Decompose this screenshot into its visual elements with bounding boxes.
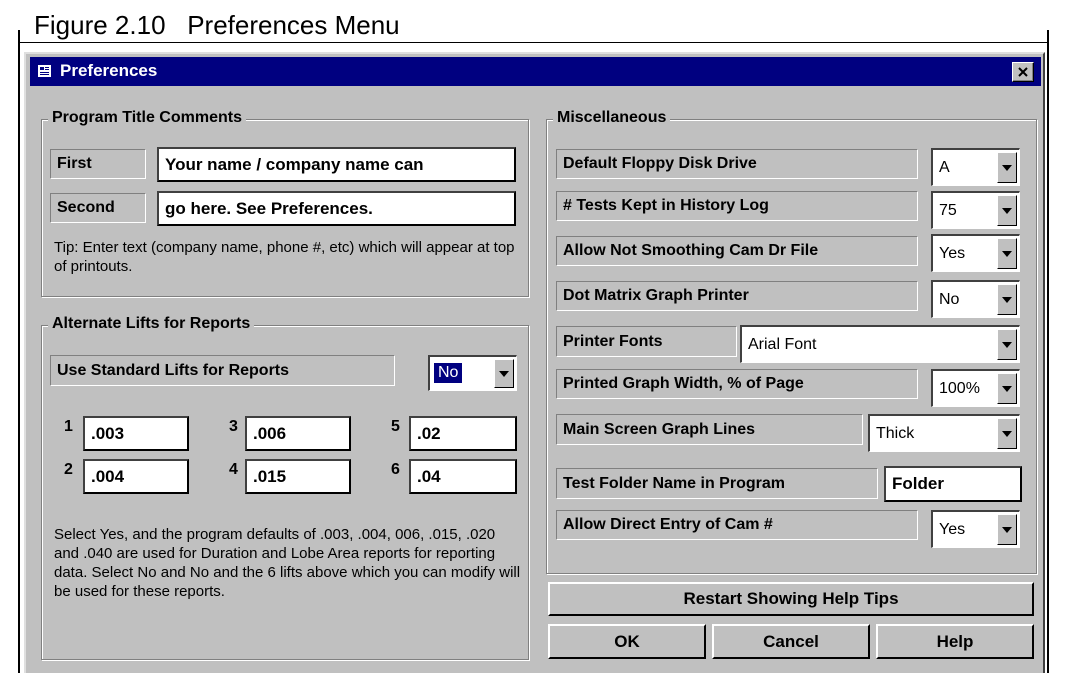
ok-button[interactable]: OK [548,624,706,659]
smoothing-select[interactable]: Yes [931,234,1020,272]
lift-5-input[interactable]: .02 [409,416,517,451]
lift-4-input[interactable]: .015 [245,459,351,494]
dropdown-button[interactable] [997,152,1017,183]
printer-fonts-select[interactable]: Arial Font [740,325,1020,363]
graph-lines-select[interactable]: Thick [868,414,1020,452]
dropdown-button[interactable] [997,329,1017,360]
dropdown-button[interactable] [997,373,1017,404]
lift-6-label: 6 [391,461,400,478]
lift-1-label: 1 [64,418,73,435]
lift-3-label: 3 [229,418,238,435]
use-standard-lifts-value: No [432,362,464,384]
floppy-drive-select[interactable]: A [931,148,1020,186]
close-button[interactable] [1012,62,1034,82]
dropdown-button[interactable] [997,284,1017,315]
window-icon [38,64,52,78]
close-icon [1018,67,1028,77]
miscellaneous-header: Miscellaneous [553,108,671,128]
graph-width-label: Printed Graph Width, % of Page [556,369,918,399]
figure-frame-top [18,42,1049,43]
smoothing-label: Allow Not Smoothing Cam Dr File [556,236,918,266]
use-standard-lifts-select[interactable]: No [428,355,517,391]
dropdown-button[interactable] [997,514,1017,545]
history-log-label: # Tests Kept in History Log [556,191,918,221]
history-log-select[interactable]: 75 [931,191,1020,229]
chevron-down-icon [1002,164,1012,171]
figure-frame-right [1047,30,1049,673]
dropdown-button[interactable] [997,195,1017,226]
lift-4-label: 4 [229,461,238,478]
lift-3-input[interactable]: .006 [245,416,351,451]
chevron-down-icon [1002,250,1012,257]
window-title: Preferences [60,61,158,80]
chevron-down-icon [1002,207,1012,214]
use-standard-lifts-label: Use Standard Lifts for Reports [50,355,395,386]
dot-matrix-label: Dot Matrix Graph Printer [556,281,918,311]
alternate-lifts-header: Alternate Lifts for Reports [48,314,255,334]
chevron-down-icon [1002,430,1012,437]
dot-matrix-select[interactable]: No [931,280,1020,318]
direct-entry-select[interactable]: Yes [931,510,1020,548]
program-title-tip: Tip: Enter text (company name, phone #, … [54,239,515,275]
alternate-lifts-note: Select Yes, and the program defaults of … [54,526,521,600]
lift-5-label: 5 [391,418,400,435]
lift-2-input[interactable]: .004 [83,459,189,494]
help-button[interactable]: Help [876,624,1034,659]
title-bar[interactable] [30,57,1041,86]
direct-entry-label: Allow Direct Entry of Cam # [556,510,918,540]
test-folder-label: Test Folder Name in Program [556,468,878,499]
chevron-down-icon [1002,296,1012,303]
lift-6-input[interactable]: .04 [409,459,517,494]
second-label: Second [50,193,146,223]
dropdown-button[interactable] [494,359,514,388]
lift-1-input[interactable]: .003 [83,416,189,451]
program-title-header: Program Title Comments [48,108,246,128]
second-comment-input[interactable]: go here. See Preferences. [157,191,516,226]
chevron-down-icon [1002,341,1012,348]
test-folder-input[interactable]: Folder [884,466,1022,502]
restart-help-tips-button[interactable]: Restart Showing Help Tips [548,582,1034,616]
figure-frame-left [18,30,20,673]
chevron-down-icon [499,370,509,377]
chevron-down-icon [1002,526,1012,533]
printer-fonts-label: Printer Fonts [556,326,737,357]
chevron-down-icon [1002,385,1012,392]
graph-lines-label: Main Screen Graph Lines [556,414,863,445]
first-label: First [50,149,146,179]
lift-2-label: 2 [64,461,73,478]
graph-width-select[interactable]: 100% [931,369,1020,407]
floppy-drive-label: Default Floppy Disk Drive [556,149,918,179]
dropdown-button[interactable] [997,238,1017,269]
first-comment-input[interactable]: Your name / company name can [157,147,516,182]
cancel-button[interactable]: Cancel [712,624,870,659]
dropdown-button[interactable] [997,418,1017,449]
figure-caption: Figure 2.10 Preferences Menu [34,10,400,40]
